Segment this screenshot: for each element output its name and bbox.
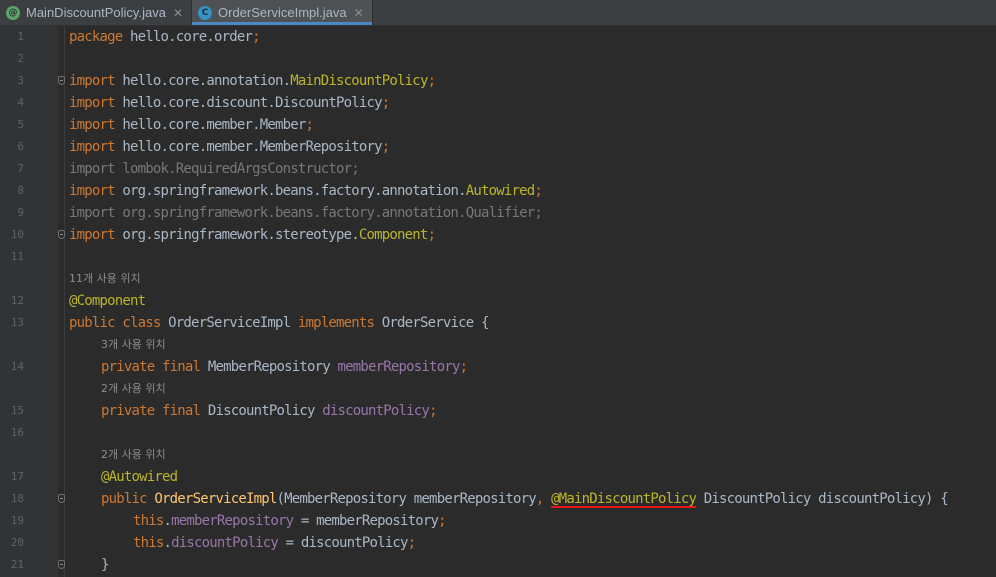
usage-hint[interactable]: 2개 사용 위치 [101,378,166,400]
usage-hint[interactable]: 11개 사용 위치 [69,268,141,290]
line-number: 6 [17,140,24,153]
editor-tab-bar: @ MainDiscountPolicy.java ✕ C OrderServi… [0,0,996,26]
code-text: this.memberRepository = memberRepository… [133,513,447,529]
code-text: @Component [69,293,146,309]
code-line[interactable]: 9 import org.springframework.beans.facto… [0,202,996,224]
line-number: 13 [10,316,24,329]
fold-end-icon[interactable] [58,230,65,239]
fold-start-icon[interactable] [58,76,65,85]
annotation-file-icon: @ [6,5,20,20]
fold-end-icon[interactable] [58,560,65,569]
code-line[interactable]: 5 import hello.core.member.Member; [0,114,996,136]
code-text: package hello.core.order; [69,29,261,45]
close-icon[interactable]: ✕ [173,6,183,20]
line-number: 8 [17,184,24,197]
unused-import-text: import org.springframework.beans.factory… [69,205,543,221]
code-line[interactable]: 19 this.memberRepository = memberReposit… [0,510,996,532]
code-line[interactable]: 17 @Autowired [0,466,996,488]
usage-hint-row: 3개 사용 위치 [0,334,996,356]
code-line[interactable]: 21 } [0,554,996,576]
code-line[interactable]: 7 import lombok.RequiredArgsConstructor; [0,158,996,180]
code-line[interactable]: 20 this.discountPolicy = discountPolicy; [0,532,996,554]
line-number: 19 [10,514,24,527]
code-text: private final DiscountPolicy discountPol… [101,403,437,419]
line-number: 20 [10,536,24,549]
line-number: 14 [10,360,24,373]
code-text: import hello.core.discount.DiscountPolic… [69,95,390,111]
line-number: 18 [10,492,24,505]
code-text: this.discountPolicy = discountPolicy; [133,535,416,551]
tab-label: OrderServiceImpl.java [218,5,347,20]
code-line[interactable]: 10 import org.springframework.stereotype… [0,224,996,246]
code-line[interactable]: 13 public class OrderServiceImpl impleme… [0,312,996,334]
code-line[interactable]: 18 public OrderServiceImpl(MemberReposit… [0,488,996,510]
code-text: public class OrderServiceImpl implements… [69,315,489,331]
code-line[interactable]: 12 @Component [0,290,996,312]
code-text: @Autowired [101,469,178,485]
usage-hint-row: 2개 사용 위치 [0,444,996,466]
code-line[interactable]: 2 [0,48,996,70]
code-text: } [101,557,109,573]
error-annotation[interactable]: @MainDiscountPolicy [551,491,697,507]
usage-hint-row: 2개 사용 위치 [0,378,996,400]
line-number: 12 [10,294,24,307]
line-number: 4 [17,96,24,109]
code-line[interactable]: 4 import hello.core.discount.DiscountPol… [0,92,996,114]
line-number: 11 [10,250,24,263]
line-number: 5 [17,118,24,131]
unused-import-text: import lombok.RequiredArgsConstructor; [69,161,360,177]
line-number: 21 [10,558,24,571]
tab-label: MainDiscountPolicy.java [26,5,166,20]
close-icon[interactable]: ✕ [354,6,364,20]
line-number: 2 [17,52,24,65]
line-number: 3 [17,74,24,87]
code-text: import org.springframework.beans.factory… [69,183,543,199]
tab-main-discount-policy[interactable]: @ MainDiscountPolicy.java ✕ [0,0,192,25]
usage-hint[interactable]: 3개 사용 위치 [101,334,166,356]
code-text: import org.springframework.stereotype.Co… [69,227,436,243]
code-line[interactable]: 6 import hello.core.member.MemberReposit… [0,136,996,158]
code-line[interactable]: 11 [0,246,996,268]
code-text: private final MemberRepository memberRep… [101,359,468,375]
usage-hint[interactable]: 2개 사용 위치 [101,444,166,466]
usage-hint-row: 11개 사용 위치 [0,268,996,290]
line-number: 1 [17,30,24,43]
code-text: import hello.core.annotation.MainDiscoun… [69,73,436,89]
line-number: 15 [10,404,24,417]
code-editor[interactable]: 1 package hello.core.order; 2 3 import h… [0,26,996,577]
code-line[interactable]: 8 import org.springframework.beans.facto… [0,180,996,202]
code-line[interactable]: 14 private final MemberRepository member… [0,356,996,378]
code-line[interactable]: 16 [0,422,996,444]
class-file-icon: C [198,5,212,20]
tab-order-service-impl[interactable]: C OrderServiceImpl.java ✕ [192,0,373,25]
code-line[interactable]: 3 import hello.core.annotation.MainDisco… [0,70,996,92]
code-text: public OrderServiceImpl(MemberRepository… [101,491,949,507]
fold-start-icon[interactable] [58,494,65,503]
code-line[interactable]: 1 package hello.core.order; [0,26,996,48]
line-number: 10 [10,228,24,241]
code-line[interactable]: 15 private final DiscountPolicy discount… [0,400,996,422]
code-text: import hello.core.member.MemberRepositor… [69,139,390,155]
line-number: 7 [17,162,24,175]
line-number: 16 [10,426,24,439]
line-number: 9 [17,206,24,219]
line-number: 17 [10,470,24,483]
code-text: import hello.core.member.Member; [69,117,314,133]
